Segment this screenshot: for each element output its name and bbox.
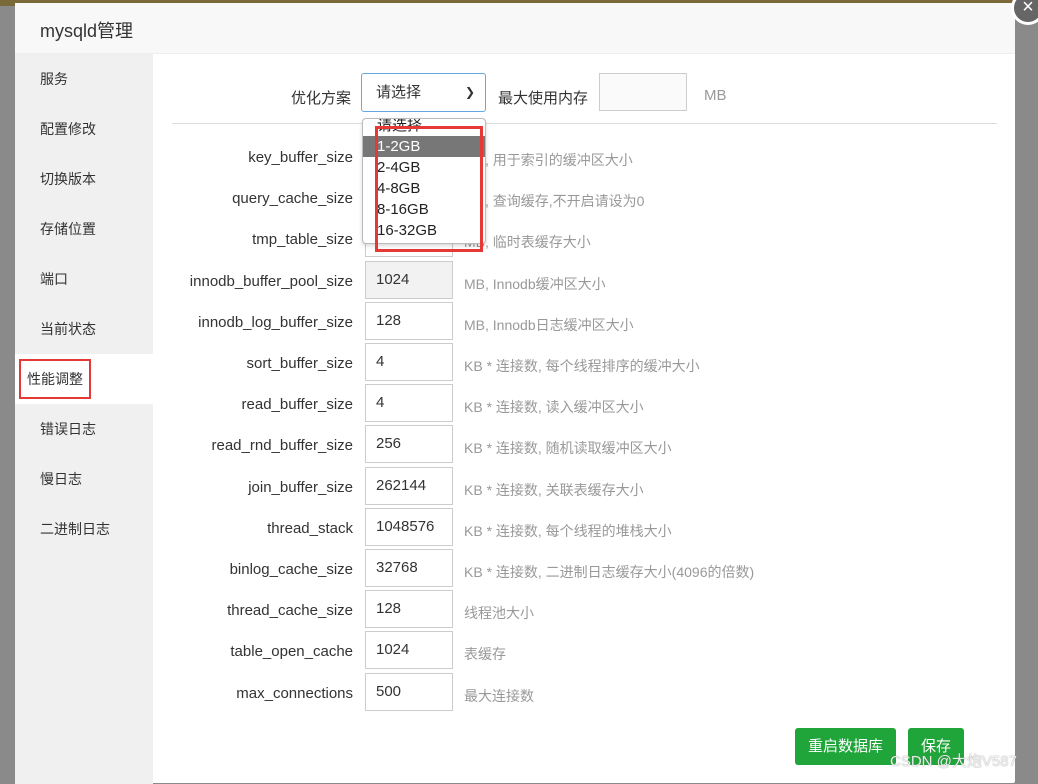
max-memory-unit: MB <box>704 87 727 104</box>
setting-label: thread_cache_size <box>227 602 353 620</box>
sidebar-item-label: 二进制日志 <box>40 521 110 537</box>
setting-input[interactable]: 128 <box>365 301 453 340</box>
sidebar-item-label: 端口 <box>40 271 68 287</box>
sidebar-item[interactable]: 服务 <box>15 54 153 104</box>
plan-label: 优化方案 <box>290 90 351 107</box>
setting-label: innodb_log_buffer_size <box>198 313 353 331</box>
setting-description: KB * 连接数, 关联表缓存大小 <box>464 481 644 498</box>
performance-panel: 优化方案 请选择 ❯ 最大使用内存 MB key_buffer_size MB, … <box>153 54 1015 783</box>
setting-label: key_buffer_size <box>248 149 353 166</box>
sidebar-item-label: 性能调整 <box>19 359 91 399</box>
sidebar-item[interactable]: 切换版本 <box>15 154 153 204</box>
setting-input[interactable]: 256 <box>365 425 453 464</box>
setting-description: 线程池大小 <box>464 605 534 622</box>
sidebar: 服务配置修改切换版本存储位置端口当前状态性能调整错误日志慢日志二进制日志 <box>15 54 153 784</box>
setting-description: KB * 连接数, 随机读取缓冲区大小 <box>464 440 672 457</box>
setting-label: query_cache_size <box>232 190 353 208</box>
setting-description: KB * 连接数, 每个线程的堆栈大小 <box>464 522 672 539</box>
setting-description: KB * 连接数, 读入缓冲区大小 <box>464 399 644 416</box>
setting-label: read_buffer_size <box>241 396 353 414</box>
setting-label: max_connections <box>236 684 353 702</box>
setting-label: tmp_table_size <box>252 231 353 249</box>
setting-input[interactable]: 1048576 <box>365 507 453 546</box>
sidebar-item[interactable]: 端口 <box>15 254 153 304</box>
setting-input[interactable]: 128 <box>365 590 453 629</box>
setting-label: thread_stack <box>267 519 353 537</box>
setting-description: MB, 查询缓存,不开启请设为0 <box>464 193 645 210</box>
setting-description: MB, Innodb缓冲区大小 <box>464 275 606 292</box>
sidebar-item[interactable]: 当前状态 <box>15 304 153 354</box>
sidebar-item-label: 切换版本 <box>40 171 96 187</box>
plan-select[interactable]: 请选择 ❯ <box>361 73 486 112</box>
setting-description: KB * 连接数, 二进制日志缓存大小(4096的倍数) <box>464 564 755 580</box>
setting-label: sort_buffer_size <box>246 355 353 372</box>
setting-label: innodb_buffer_pool_size <box>189 272 353 290</box>
chevron-down-icon: ❯ <box>464 85 475 99</box>
plan-select-value: 请选择 <box>376 84 422 101</box>
close-icon[interactable]: × <box>1011 0 1038 25</box>
setting-description: MB, Innodb日志缓冲区大小 <box>464 316 634 333</box>
sidebar-item-label: 慢日志 <box>40 471 82 487</box>
setting-label: read_rnd_buffer_size <box>211 437 354 455</box>
sidebar-item-label: 当前状态 <box>40 321 96 337</box>
restart-database-button[interactable]: 重启数据库 <box>795 728 897 765</box>
sidebar-item[interactable]: 错误日志 <box>15 404 153 454</box>
setting-label: binlog_cache_size <box>229 561 353 578</box>
sidebar-item-label: 服务 <box>40 71 68 87</box>
highlight-annotation <box>375 126 483 252</box>
sidebar-item-label: 配置修改 <box>40 121 96 137</box>
setting-label: table_open_cache <box>230 643 353 661</box>
setting-input[interactable]: 262144 <box>365 466 453 505</box>
sidebar-item[interactable]: 配置修改 <box>15 104 153 154</box>
setting-input[interactable]: 4 <box>365 384 453 423</box>
divider <box>172 123 997 124</box>
setting-input[interactable]: 500 <box>365 672 453 711</box>
watermark: CSDN @大炮V587 <box>890 753 1017 770</box>
sidebar-item-label: 错误日志 <box>40 421 96 437</box>
setting-input[interactable]: 1024 <box>365 260 453 299</box>
setting-label: join_buffer_size <box>248 478 353 496</box>
sidebar-item[interactable]: 慢日志 <box>15 454 153 504</box>
sidebar-item[interactable]: 存储位置 <box>15 204 153 254</box>
setting-input[interactable]: 1024 <box>365 631 453 670</box>
setting-description: KB * 连接数, 每个线程排序的缓冲大小 <box>464 358 700 374</box>
sidebar-item-label: 存储位置 <box>40 221 96 237</box>
sidebar-item[interactable]: 二进制日志 <box>15 504 153 554</box>
sidebar-item[interactable]: 性能调整 <box>15 354 153 404</box>
setting-description: 表缓存 <box>464 646 506 663</box>
mysqld-modal: mysqld管理 × 服务配置修改切换版本存储位置端口当前状态性能调整错误日志慢… <box>15 0 1038 784</box>
modal-title: mysqld管理 <box>15 3 1015 54</box>
max-memory-input[interactable] <box>599 73 687 111</box>
setting-description: 最大连接数 <box>464 687 534 704</box>
setting-description: MB, 用于索引的缓冲区大小 <box>464 152 633 168</box>
setting-input[interactable]: 32768 <box>365 549 453 587</box>
setting-input[interactable]: 4 <box>365 343 453 381</box>
